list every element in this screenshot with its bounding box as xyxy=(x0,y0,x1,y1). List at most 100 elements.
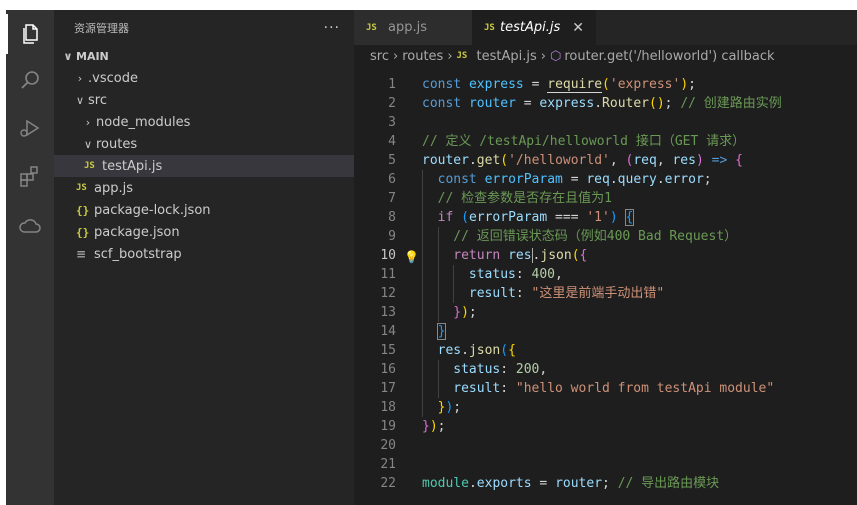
tab-label: app.js xyxy=(388,20,427,35)
workspace-section[interactable]: ∨ MAIN xyxy=(54,45,354,67)
tab-label: testApi.js xyxy=(500,20,561,35)
breadcrumb-separator-icon: › xyxy=(392,48,399,64)
code-line[interactable]: 19}); xyxy=(354,417,857,436)
code-line[interactable]: 15 res.json({ xyxy=(354,341,857,360)
file-item[interactable]: ≡ scf_bootstrap xyxy=(54,243,354,265)
symbol-method-icon: ⬡ xyxy=(549,48,562,64)
code-editor[interactable]: 1 const express = require('express'); 2 con… xyxy=(354,67,857,505)
code-token: res xyxy=(508,248,532,263)
code-token: json xyxy=(468,343,501,358)
code-content: const router = express.Router(); // 创建路由… xyxy=(422,94,782,113)
code-token: exports xyxy=(476,476,532,491)
breadcrumb-item[interactable]: routes xyxy=(402,49,443,64)
code-line[interactable]: 8 if (errorParam === '1') { xyxy=(354,208,857,227)
folder-item[interactable]: ∨ src xyxy=(54,89,354,111)
code-token: ; xyxy=(468,305,477,320)
breadcrumb-item[interactable]: testApi.js xyxy=(477,49,537,64)
code-line[interactable]: 12 result: "这里是前端手动出错" xyxy=(354,284,857,303)
code-line[interactable]: 6 const errorParam = req.query.error; xyxy=(354,170,857,189)
code-token: status xyxy=(453,362,501,377)
files-icon[interactable] xyxy=(6,14,54,54)
code-line[interactable]: 5 router.get('/helloworld', (req, res) =>… xyxy=(354,151,857,170)
code-line[interactable]: 2 const router = express.Router(); // 创建路… xyxy=(354,94,857,113)
code-token: result xyxy=(468,286,516,301)
code-line[interactable]: 10 💡 return res.json({ xyxy=(354,246,857,265)
close-icon[interactable]: ✕ xyxy=(572,20,584,36)
code-line[interactable]: 9 // 返回错误状态码（例如400 Bad Request） xyxy=(354,227,857,246)
code-token: module xyxy=(422,476,469,491)
folder-item[interactable]: › .vscode xyxy=(54,67,354,89)
tab-app-js[interactable]: JS app.js xyxy=(354,10,472,45)
extensions-icon[interactable] xyxy=(6,156,54,196)
file-item[interactable]: JS app.js xyxy=(54,177,354,199)
cloud-icon[interactable] xyxy=(6,206,54,246)
line-number: 20 xyxy=(380,438,396,453)
line-number: 14 xyxy=(380,324,396,339)
indent-guide xyxy=(437,379,439,398)
code-line[interactable]: 17 result: "hello world from testApi modu… xyxy=(354,379,857,398)
folder-item[interactable]: › node_modules xyxy=(54,111,354,133)
code-token: req xyxy=(586,172,610,187)
breadcrumb-item[interactable]: src xyxy=(370,49,389,64)
code-token: . xyxy=(468,153,477,168)
more-actions-icon[interactable]: ··· xyxy=(324,20,340,36)
code-token: error xyxy=(664,172,704,187)
line-number: 17 xyxy=(380,381,396,396)
code-token: { xyxy=(624,209,635,226)
tab-testapi-js[interactable]: JS testApi.js ✕ xyxy=(472,10,596,45)
folder-item[interactable]: ∨ routes xyxy=(54,133,354,155)
code-token: ( xyxy=(500,153,509,168)
code-line[interactable]: 11 status: 400, xyxy=(354,265,857,284)
code-line[interactable]: 14} xyxy=(354,322,857,341)
code-token: = xyxy=(531,476,556,491)
code-token: express xyxy=(539,96,595,111)
code-content: // 返回错误状态码（例如400 Bad Request） xyxy=(453,227,737,246)
breadcrumb-item[interactable]: router.get('/helloworld') callback xyxy=(564,49,774,64)
code-token: === xyxy=(547,210,587,225)
code-token: ) xyxy=(461,305,469,320)
chevron-right-icon: › xyxy=(85,115,91,129)
code-content: }); xyxy=(438,398,461,417)
indent-guide xyxy=(437,303,439,322)
code-token: 200 xyxy=(515,362,540,377)
file-item[interactable]: {} package.json xyxy=(54,221,354,243)
indent-guide xyxy=(422,341,423,360)
code-token: req xyxy=(633,153,657,168)
code-line[interactable]: 3 xyxy=(354,113,857,132)
code-line[interactable]: 7 // 检查参数是否存在且值为1 xyxy=(354,189,857,208)
breadcrumb-separator-icon: › xyxy=(447,48,453,64)
tree-item-label: node_modules xyxy=(96,114,191,130)
code-content: res.json({ xyxy=(438,341,516,360)
indent-guide xyxy=(422,322,423,341)
code-line[interactable]: 20 xyxy=(354,436,857,455)
search-icon[interactable] xyxy=(6,60,54,100)
code-line[interactable]: 1 const express = require('express'); xyxy=(354,75,857,94)
run-debug-icon[interactable] xyxy=(6,108,54,148)
file-item[interactable]: {} package-lock.json xyxy=(54,199,354,221)
code-line[interactable]: 16 status: 200, xyxy=(354,360,857,379)
code-line[interactable]: 13}); xyxy=(354,303,857,322)
code-line[interactable]: 18}); xyxy=(354,398,857,417)
code-line[interactable]: 21 xyxy=(354,455,857,474)
code-token: , xyxy=(609,153,626,168)
code-line[interactable]: 22 module.exports = router; // 导出路由模块 xyxy=(354,474,857,493)
code-line[interactable]: 4 // 定义 /testApi/helloworld 接口（GET 请求） xyxy=(354,132,857,151)
line-number: 16 xyxy=(380,362,396,377)
code-token: } xyxy=(422,419,430,434)
code-token: ) xyxy=(609,210,618,225)
code-content: status: 400, xyxy=(469,265,563,284)
file-item[interactable]: JS testApi.js xyxy=(54,155,354,177)
text-file-icon: ≡ xyxy=(76,247,87,261)
line-number: 7 xyxy=(388,191,396,206)
js-file-icon: JS xyxy=(456,51,468,61)
code-token: { xyxy=(735,153,743,168)
js-file-icon: JS xyxy=(484,22,495,33)
code-token: ( xyxy=(571,248,580,263)
indent-guide xyxy=(422,227,423,246)
code-token: router xyxy=(422,153,469,168)
line-number: 13 xyxy=(380,305,396,320)
code-token: ; xyxy=(453,400,462,415)
line-number: 22 xyxy=(380,476,396,491)
